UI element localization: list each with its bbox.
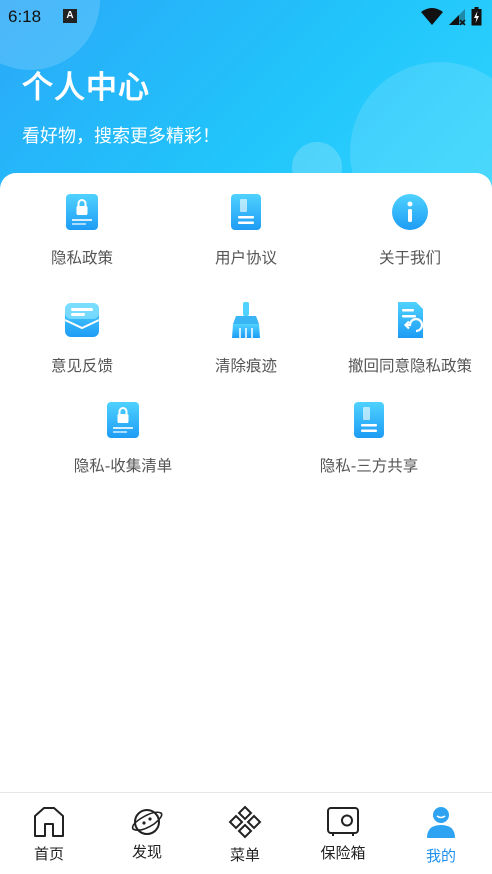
tab-mine[interactable]: 我的 (392, 793, 490, 874)
message-box-icon (64, 303, 100, 337)
tab-label: 发现 (131, 843, 162, 861)
grid-item-label: 隐私-三方共享 (319, 457, 419, 475)
tab-discover[interactable]: 发现 (98, 793, 196, 874)
document-icon (354, 402, 384, 438)
grid-item-label: 清除痕迹 (214, 357, 277, 375)
feedback-item[interactable]: 意见反馈 (0, 300, 164, 376)
grid-item-label: 关于我们 (378, 249, 441, 267)
page-subtitle: 看好物，搜索更多精彩！ (22, 126, 220, 147)
lock-document-icon (107, 402, 139, 438)
grid-item-label: 隐私政策 (50, 249, 113, 267)
user-icon (427, 807, 455, 838)
grid-item-label: 撤回同意隐私政策 (347, 357, 472, 375)
grid-item-label: 意见反馈 (50, 357, 113, 375)
user-agreement-item[interactable]: 用户协议 (164, 192, 328, 268)
status-bar: 6:18 A (0, 0, 492, 34)
grid-item-label: 用户协议 (214, 249, 277, 267)
tab-label: 菜单 (229, 846, 260, 864)
privacy-collection-list-item[interactable]: 隐私-收集清单 (41, 400, 205, 476)
status-time: 6:18 (8, 7, 42, 26)
tab-label: 首页 (33, 845, 64, 863)
notification-a-icon: A (63, 9, 77, 23)
document-icon (231, 194, 261, 230)
withdraw-consent-item[interactable]: 撤回同意隐私政策 (328, 300, 492, 376)
bottom-tab-bar: 首页 发现 菜单 保险箱 我的 (0, 792, 492, 874)
info-icon (392, 194, 428, 230)
grid-item-label: 隐私-收集清单 (73, 457, 173, 475)
settings-panel: 隐私政策 用户协议 关于我们 意见反馈 清除痕迹 撤回同意隐私政策 隐私-收集清… (0, 173, 492, 793)
cellular-signal-icon (449, 8, 466, 26)
undo-document-icon (398, 302, 424, 338)
page-title: 个人中心 (22, 70, 150, 106)
clear-traces-item[interactable]: 清除痕迹 (164, 300, 328, 376)
privacy-policy-item[interactable]: 隐私政策 (0, 192, 164, 268)
tab-label: 保险箱 (320, 844, 366, 862)
privacy-third-party-sharing-item[interactable]: 隐私-三方共享 (287, 400, 451, 476)
tab-menu[interactable]: 菜单 (196, 793, 294, 874)
status-icons (421, 7, 482, 26)
tab-safe[interactable]: 保险箱 (294, 793, 392, 874)
menu-diamond-icon (228, 805, 262, 839)
battery-charging-icon (471, 7, 482, 26)
about-us-item[interactable]: 关于我们 (328, 192, 492, 268)
home-icon (34, 807, 64, 837)
safe-icon (327, 807, 359, 836)
tab-label: 我的 (425, 847, 456, 865)
broom-icon (232, 302, 260, 338)
wifi-icon (421, 7, 443, 25)
tab-home[interactable]: 首页 (0, 793, 98, 874)
planet-icon (131, 809, 163, 835)
lock-document-icon (66, 194, 98, 230)
